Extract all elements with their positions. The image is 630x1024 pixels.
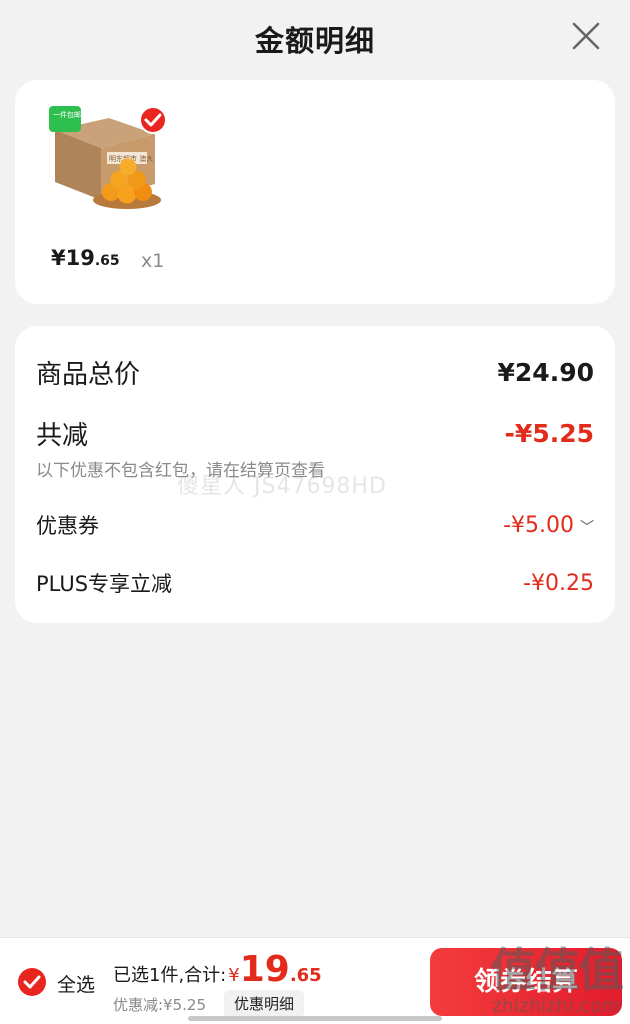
select-all-label[interactable]: 全选 <box>57 970 95 997</box>
site-watermark-logo: 值值值 <box>490 943 624 997</box>
price-symbol: ¥ <box>51 246 66 270</box>
coupon-value-wrap: -¥5.00 ﹀ <box>503 513 594 538</box>
coupon-row[interactable]: 优惠券 -¥5.00 ﹀ <box>36 510 594 540</box>
total-price-label: 商品总价 <box>36 360 141 390</box>
total-reduce-label: 共减 <box>36 421 89 451</box>
select-all-checkbox[interactable] <box>17 967 47 997</box>
plus-discount-value: -¥0.25 <box>523 570 594 596</box>
total-integer: 19 <box>239 949 290 990</box>
site-watermark-url: zhizhizhi.com <box>491 995 621 1017</box>
selected-summary: 已选1件,合计: ¥ 19 .65 <box>113 952 322 988</box>
total-reduce-row: 共减 -¥5.25 <box>36 415 594 452</box>
plus-discount-label: PLUS专享立减 <box>36 572 173 596</box>
chevron-down-icon[interactable]: ﹀ <box>580 517 594 537</box>
product-badge-text: 一件包邮 <box>53 110 81 119</box>
product-card: 明东超市 澳大 一件包邮 ¥ 19 .65 x1 <box>15 80 615 304</box>
header: 金额明细 <box>0 0 630 76</box>
price-integer: 19 <box>65 246 95 270</box>
total-price-value: ¥24.90 <box>497 358 594 387</box>
plus-discount-row: PLUS专享立减 -¥0.25 <box>36 568 594 598</box>
amount-detail-page: 金额明细 明东超市 澳大 一件包邮 ¥ 19 .65 x1 商品总价 ¥24.9… <box>0 0 630 1024</box>
coupon-value: -¥5.00 <box>503 512 574 538</box>
total-symbol: ¥ <box>228 965 240 986</box>
discount-note: 以下优惠不包含红包，请在结算页查看 <box>36 461 325 481</box>
total-decimal: .65 <box>289 965 322 986</box>
coupon-label: 优惠券 <box>36 514 99 538</box>
home-indicator <box>188 1016 442 1021</box>
price-decimal: .65 <box>94 253 120 269</box>
total-reduce-value: -¥5.25 <box>504 419 594 448</box>
product-thumbnail[interactable]: 明东超市 澳大 一件包邮 <box>49 100 175 212</box>
total-price-row: 商品总价 ¥24.90 <box>36 354 594 391</box>
product-quantity: x1 <box>141 250 165 272</box>
selected-count-text: 已选1件,合计: <box>113 965 227 986</box>
page-title: 金额明细 <box>254 24 375 58</box>
price-detail-card: 商品总价 ¥24.90 共减 -¥5.25 以下优惠不包含红包，请在结算页查看 … <box>15 326 615 623</box>
close-icon[interactable] <box>570 20 602 52</box>
product-price: ¥ 19 .65 <box>51 246 120 270</box>
site-watermark: 值值值 zhizhizhi.com <box>490 943 624 1017</box>
discount-detail-button[interactable]: 优惠明细 <box>224 990 305 1018</box>
saved-amount: 优惠减:¥5.25 <box>113 996 206 1014</box>
